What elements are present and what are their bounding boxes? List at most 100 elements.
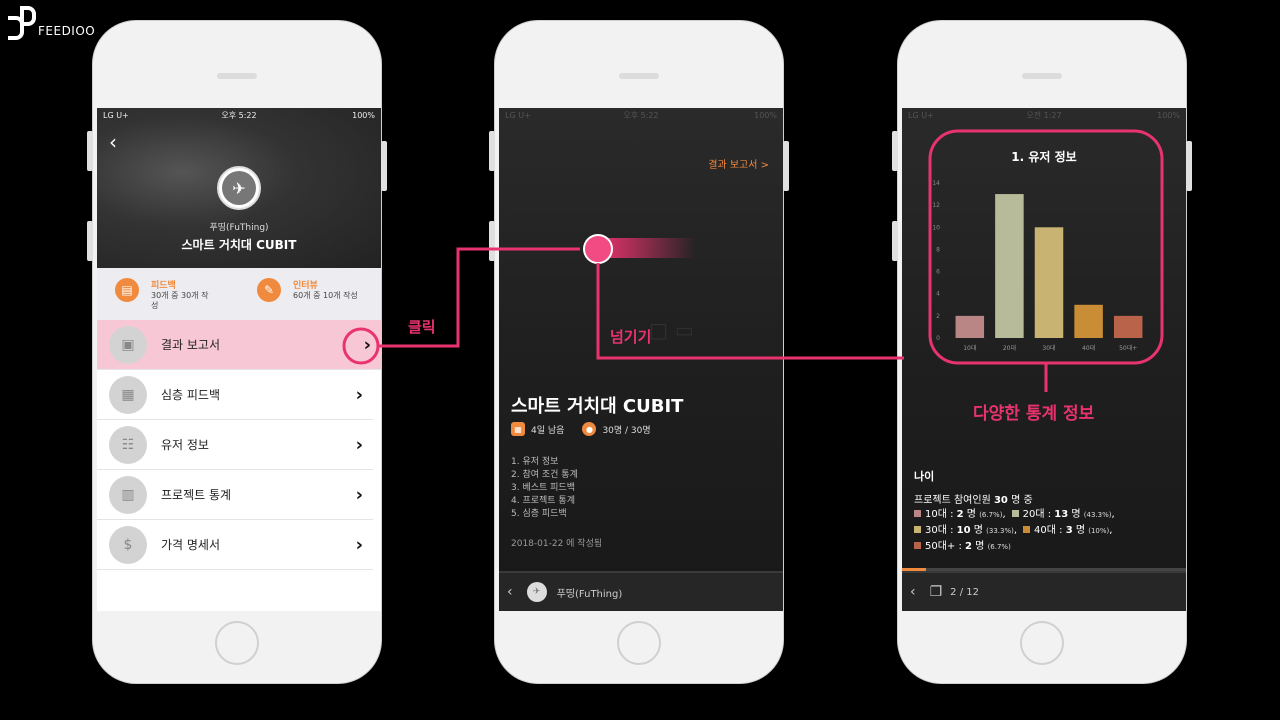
participant-summary: 프로젝트 참여인원 30 명 중: [914, 491, 1033, 506]
pages-icon[interactable]: ❐: [930, 584, 943, 600]
created-date: 2018-01-22 에 작성됨: [511, 539, 603, 549]
bottom-bar: ‹ ✈ 푸띵(FuThing): [499, 571, 783, 611]
y-tick-label: 14: [932, 180, 940, 187]
x-tick-label: 30대: [1042, 344, 1055, 352]
home-button[interactable]: [617, 621, 661, 665]
project-title: 스마트 거치대 CUBIT: [511, 396, 684, 417]
y-tick-label: 12: [932, 202, 940, 209]
legend-sep: ,: [1111, 509, 1115, 520]
x-tick-label: 20대: [1003, 344, 1016, 352]
summary-prefix: 프로젝트 참여인원: [914, 495, 994, 506]
menu-item-result-report[interactable]: ▣ 결과 보고서 ›: [97, 320, 381, 370]
legend-item: 40대 : 3 명 (10%),: [1023, 523, 1112, 539]
users-icon: ☷: [109, 425, 147, 464]
feedioo-logo-mark: [8, 6, 36, 40]
legend-sep: ,: [1109, 525, 1113, 536]
menu-item-label: 결과 보고서: [161, 338, 221, 352]
annotation-stats-label: 다양한 통계 정보: [973, 404, 1095, 424]
phone-detail-menu: LG U+ 오후 5:22 100% ‹ ✈ 푸띵(FuThing) 스마트 거…: [87, 20, 387, 684]
toc-item[interactable]: 4. 프로젝트 통계: [511, 495, 578, 508]
toc-item[interactable]: 3. 베스트 피드백: [511, 482, 578, 495]
legend-swatch: [914, 526, 921, 533]
legend-count: 13: [1054, 509, 1069, 520]
stat-label: 피드백: [151, 281, 176, 291]
legend-unit: 명: [1068, 509, 1084, 520]
legend-count: 2: [956, 509, 964, 520]
screen: LG U+ 오전 1:27 100% 1. 유저 정보 0 2 4 6 8 10 12 14 1…: [902, 108, 1186, 611]
people-icon: ●: [582, 422, 597, 436]
home-button[interactable]: [1020, 621, 1064, 665]
menu-item-label: 가격 명세서: [161, 538, 221, 552]
menu-item-label: 유저 정보: [161, 438, 209, 452]
legend-item: 10대 : 2 명 (6.7%),: [914, 507, 1006, 523]
toc-item[interactable]: 5. 심층 피드백: [511, 508, 578, 521]
status-time: 오전 1:27: [1026, 110, 1062, 120]
status-time: 오후 5:22: [221, 110, 257, 120]
legend-count: 2: [965, 541, 972, 552]
x-tick-label: 40대: [1082, 344, 1095, 352]
toc-item[interactable]: 1. 유저 정보: [511, 456, 578, 469]
stats-row: ▤ 피드백 30개 중 30개 작성 ✎ 인터뷰 60개 중 10개 작성: [97, 268, 381, 320]
back-chevron-icon[interactable]: ‹: [109, 130, 117, 154]
menu-item-user-info[interactable]: ☷ 유저 정보 ›: [97, 420, 373, 470]
legend-pct: (43.3%): [1083, 511, 1112, 519]
legend-pct: (33.3%): [986, 527, 1014, 535]
annotation-click-label: 클릭: [408, 318, 436, 336]
phone-report-cover: LG U+ 오후 5:22 100% □ ▭ 결과 보고서 > 스마트 거치대 …: [489, 20, 789, 684]
volume-up-button: [87, 131, 93, 171]
footer-org-name: 푸띵(FuThing): [556, 588, 623, 600]
phone-speaker: [217, 73, 257, 79]
screen: LG U+ 오후 5:22 100% ‹ ✈ 푸띵(FuThing) 스마트 거…: [97, 108, 381, 611]
legend-item: 30대 : 10 명 (33.3%),: [914, 523, 1017, 539]
legend-label: 40대 :: [1034, 525, 1066, 536]
feedioo-logo-text: FEEDIOO: [38, 24, 96, 38]
legend-pct: (6.7%): [979, 511, 1003, 519]
participant-count: 30명 / 30명: [602, 425, 651, 436]
battery-label: 100%: [754, 110, 777, 120]
x-tick-label: 10대: [963, 344, 976, 352]
phone-speaker: [619, 73, 659, 79]
bar-0: [955, 315, 985, 338]
volume-down-button: [87, 221, 93, 261]
background-decor-icon: □ ▭: [649, 318, 694, 342]
stat-interview: ✎ 인터뷰 60개 중 10개 작성: [239, 268, 381, 320]
legend-label: 20대 :: [1022, 509, 1055, 520]
project-title: 스마트 거치대 CUBIT: [181, 238, 297, 252]
status-bar: LG U+ 오후 5:22 100%: [97, 108, 381, 122]
stat-value: 60개 중 10개 작성: [293, 291, 358, 300]
legend-label: 30대 :: [925, 525, 957, 536]
bar-chart-icon: ▥: [109, 475, 147, 514]
menu-item-price-sheet[interactable]: $ 가격 명세서 ›: [97, 520, 373, 570]
volume-down-button: [892, 221, 898, 261]
menu-item-project-stats[interactable]: ▥ 프로젝트 통계 ›: [97, 470, 373, 520]
y-tick-label: 2: [936, 313, 940, 320]
stat-feedback: ▤ 피드백 30개 중 30개 작성: [97, 268, 239, 320]
toc-item[interactable]: 2. 참여 조건 통계: [511, 469, 578, 482]
home-button[interactable]: [215, 621, 259, 665]
y-tick-label: 8: [936, 246, 940, 253]
status-bar: LG U+ 오전 1:27 100%: [902, 108, 1186, 122]
menu-item-label: 심층 피드백: [161, 388, 221, 402]
legend-swatch: [914, 510, 921, 517]
summary-count: 30: [993, 495, 1008, 506]
table-of-contents: 1. 유저 정보 2. 참여 조건 통계 3. 베스트 피드백 4. 프로젝트 …: [511, 456, 578, 521]
legend-sep: ,: [1013, 525, 1018, 536]
legend-count: 10: [956, 525, 971, 536]
project-meta: ▦ 4일 남음 ● 30명 / 30명: [511, 422, 651, 436]
result-report-link[interactable]: 결과 보고서 >: [708, 156, 769, 171]
back-chevron-icon[interactable]: ‹: [910, 584, 916, 600]
legend-label: 10대 :: [925, 509, 957, 520]
back-chevron-icon[interactable]: ‹: [507, 584, 513, 600]
annotation-swipe-label: 넘기기: [610, 328, 652, 346]
legend-pct: (6.7%): [987, 543, 1011, 551]
y-tick-label: 0: [936, 335, 940, 342]
microphone-icon: ✎: [257, 278, 281, 302]
menu-item-deep-feedback[interactable]: ▦ 심층 피드백 ›: [97, 370, 373, 420]
org-avatar: ✈: [217, 166, 261, 210]
chevron-right-icon: ›: [363, 334, 371, 355]
volume-down-button: [489, 221, 495, 261]
bar-1: [995, 194, 1024, 338]
legend-item: 20대 : 13 명 (43.3%),: [1011, 507, 1115, 523]
carrier-label: LG U+: [103, 110, 129, 120]
org-avatar-icon: ✈: [526, 582, 547, 602]
